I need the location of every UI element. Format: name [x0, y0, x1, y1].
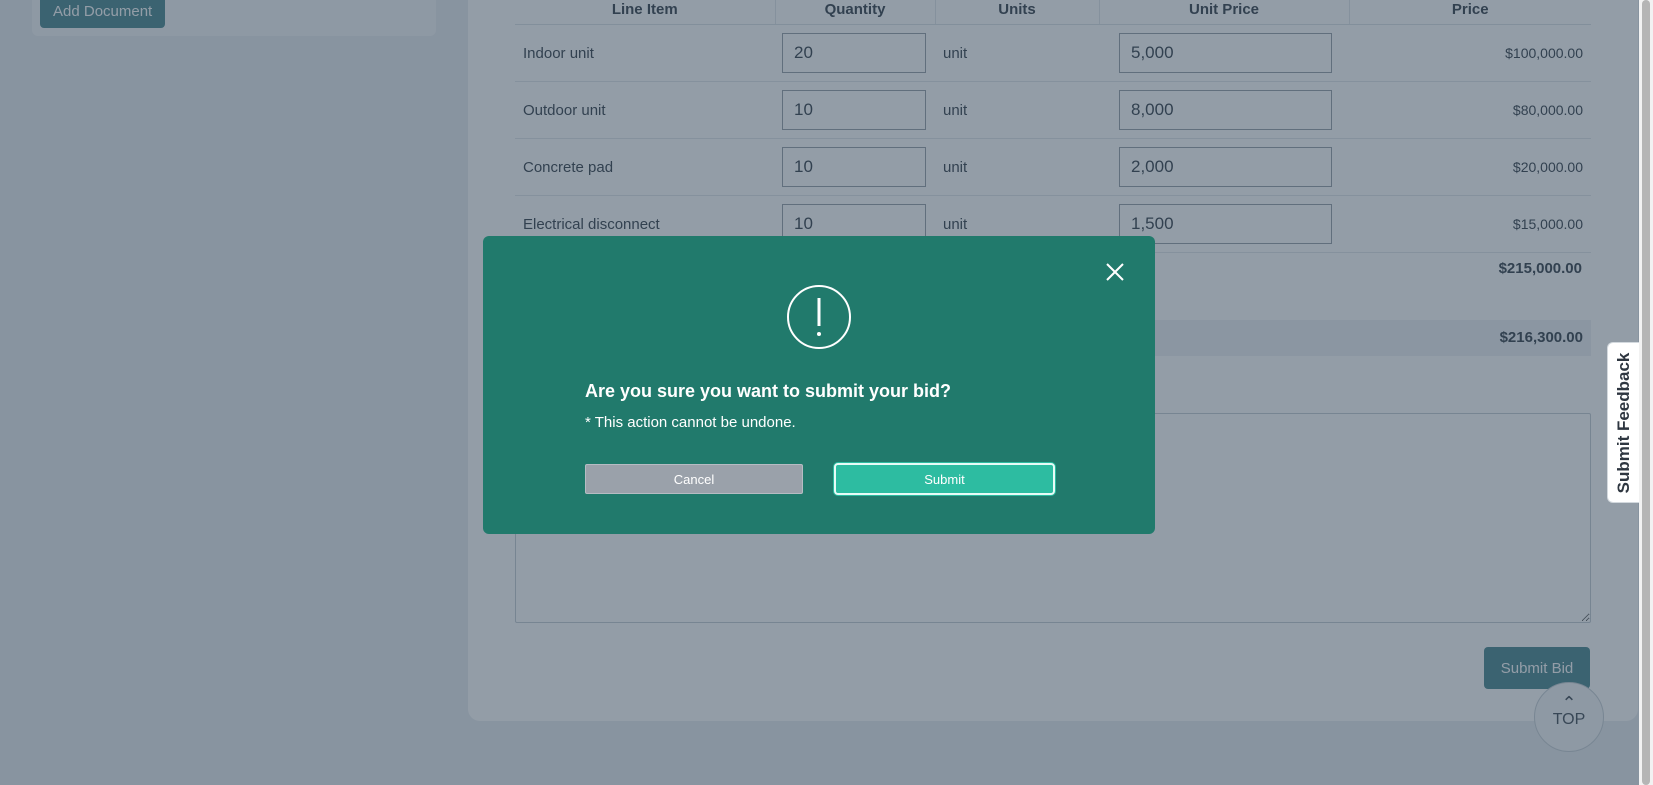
close-icon[interactable]: [1103, 260, 1127, 284]
feedback-label: Submit Feedback: [1613, 352, 1633, 493]
scrollbar-thumb[interactable]: [1642, 0, 1650, 785]
exclamation-circle-icon: [787, 285, 851, 349]
confirm-submit-dialog: Are you sure you want to submit your bid…: [483, 236, 1155, 534]
cancel-button[interactable]: Cancel: [585, 464, 803, 494]
dialog-title: Are you sure you want to submit your bid…: [585, 381, 952, 401]
scrollbar[interactable]: [1639, 0, 1653, 785]
dialog-warning-text: * This action cannot be undone.: [585, 414, 796, 431]
confirm-submit-button[interactable]: Submit: [834, 463, 1055, 495]
submit-feedback-tab[interactable]: Submit Feedback: [1607, 342, 1639, 503]
